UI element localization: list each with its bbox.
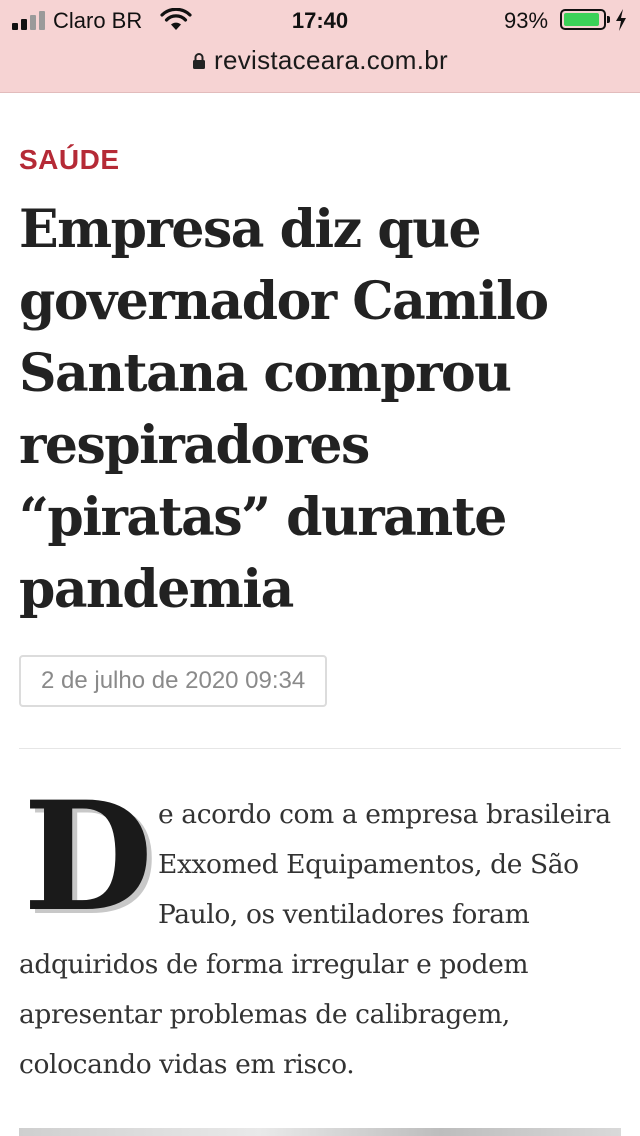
status-bar: Claro BR 17:40 93% (0, 0, 640, 40)
battery-percent: 93% (504, 8, 549, 33)
lock-icon (193, 53, 205, 69)
browser-chrome: Claro BR 17:40 93% revistaceara.com.br (0, 0, 640, 93)
drop-cap: D D (23, 769, 158, 949)
article-body: D D e acordo com a empresa brasileira Ex… (19, 769, 623, 1090)
publish-date: 2 de julho de 2020 09:34 (19, 655, 328, 707)
battery-icon (560, 9, 610, 30)
charging-bolt-icon (616, 9, 626, 31)
divider (19, 748, 621, 749)
url-text[interactable]: revistaceara.com.br (214, 45, 448, 76)
article-headline: Empresa diz que governador Camilo Santan… (19, 199, 549, 620)
article-image (19, 1128, 621, 1136)
address-bar[interactable]: revistaceara.com.br (0, 42, 640, 82)
article-category-link[interactable]: SAÚDE (19, 144, 120, 176)
